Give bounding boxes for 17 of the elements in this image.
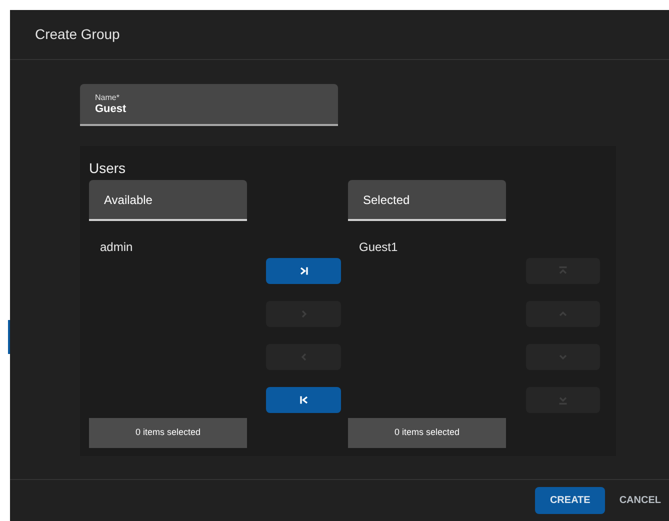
panel-title: Users: [89, 159, 127, 178]
selection-count: 0 items selected: [348, 418, 506, 448]
list-item[interactable]: admin: [100, 238, 236, 256]
list-header: Selected: [348, 180, 506, 221]
dialog-title: Create Group: [35, 25, 120, 44]
name-field[interactable]: Name* Guest: [80, 84, 338, 126]
create-button[interactable]: CREATE: [534, 487, 606, 514]
field-label: Name*: [95, 94, 120, 102]
selection-count: 0 items selected: [89, 418, 247, 448]
chevron-first-icon: [298, 394, 310, 406]
move-button[interactable]: [266, 258, 341, 284]
chevron-last-icon: [298, 265, 310, 277]
move-button[interactable]: [266, 387, 341, 413]
field-value: Guest: [95, 104, 128, 115]
list-header: Available: [89, 180, 247, 221]
list-item[interactable]: Guest1: [359, 238, 495, 256]
cancel-button[interactable]: CANCEL: [619, 487, 661, 514]
